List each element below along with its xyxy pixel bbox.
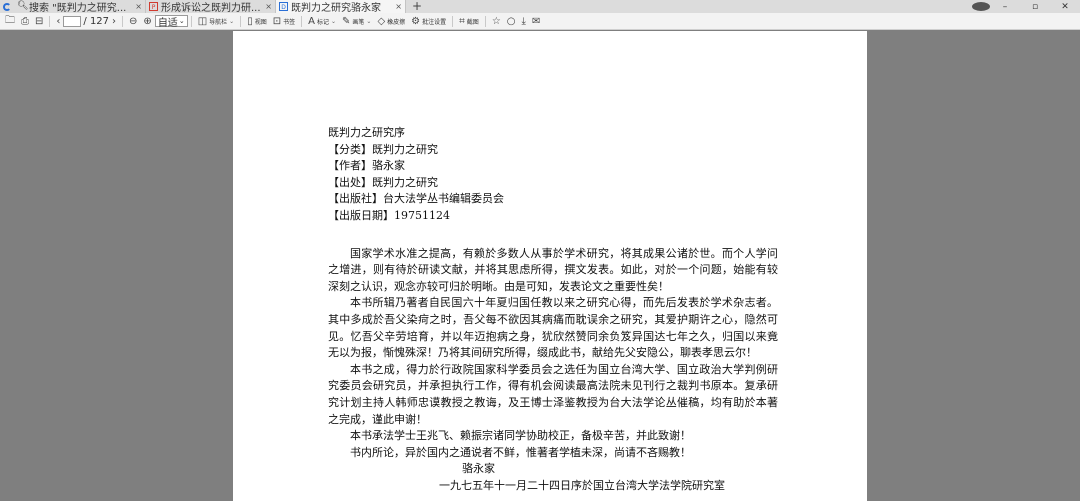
download-button[interactable]: ⤓ xyxy=(519,14,529,29)
meta-publish-date: 【出版日期】19751124 xyxy=(328,208,450,222)
next-page-button[interactable]: › xyxy=(109,14,119,29)
paragraph: 国家学术水准之提高，有赖於多数人从事於学术研究，将其成果公诸於世。而个人学问之增… xyxy=(328,246,778,293)
tab-search[interactable]: 🔍︎ 搜索 "既判力之研究... × xyxy=(14,0,146,13)
zoom-in-icon: ⊕ xyxy=(143,15,152,27)
paragraph: 本书所辑乃著者自民国六十年夏归国任教以来之研究心得，而先后发表於学术杂志者。其中… xyxy=(328,296,778,360)
view-button[interactable]: ▯ 视图 xyxy=(244,14,270,29)
preface-date: 一九七五年十一月二十四日序於国立台湾大学法学院研究室 xyxy=(439,478,725,492)
settings-label: 批注设置 xyxy=(422,18,447,26)
page-total: / 127 xyxy=(83,15,110,27)
folder-icon: 🗀 xyxy=(5,14,15,26)
chevron-down-icon: ⌄ xyxy=(330,17,337,25)
new-tab-button[interactable]: + xyxy=(406,0,428,13)
paragraph: 书内所论，异於国内之通说者不鲜，惟著者学植未深，尚请不吝赐教！ xyxy=(350,445,691,459)
zoom-out-button[interactable]: ⊖ xyxy=(126,14,140,29)
zoom-select[interactable]: 自适 ⌄ xyxy=(154,15,188,29)
printer-icon: ⊟ xyxy=(35,15,44,27)
find-button[interactable]: ○ xyxy=(504,14,519,29)
save-icon: ⎙ xyxy=(21,15,29,27)
prev-page-button[interactable]: ‹ xyxy=(53,14,63,29)
bookmark-label: 书签 xyxy=(283,18,296,26)
document-viewer[interactable]: 既判力之研究序 【分类】既判力之研究 【作者】骆永家 【出处】既判力之研究 【出… xyxy=(0,31,1080,501)
minimize-button[interactable]: – xyxy=(990,2,1020,12)
eraser-icon: ◇ xyxy=(377,15,386,27)
document-title: 既判力之研究序 xyxy=(328,126,405,139)
annotation-settings-button[interactable]: ⚙ 批注设置 xyxy=(408,14,449,29)
annotate-button[interactable]: A 标记 ⌄ xyxy=(305,14,339,29)
chevron-down-icon: ⌄ xyxy=(229,17,235,25)
print-button[interactable]: ⊟ xyxy=(32,14,46,29)
paragraph: 本书之成，得力於行政院国家科学委员会之选任为国立台湾大学、国立政治大学判例研究委… xyxy=(328,362,778,426)
search-icon: ○ xyxy=(506,15,516,27)
divider xyxy=(240,15,242,27)
tab-active-document[interactable]: D 既判力之研究骆永家 × xyxy=(276,0,406,13)
meta-publisher: 【出版社】台大法学丛书编辑委员会 xyxy=(328,192,504,206)
bookmark-icon: ⊡ xyxy=(272,15,282,27)
nav-panel-button[interactable]: ◫ 导航栏 ⌄ xyxy=(195,14,238,29)
signature: 骆永家 xyxy=(462,462,495,476)
mail-icon: ✉ xyxy=(531,15,541,27)
chevron-down-icon: ⌄ xyxy=(366,17,372,25)
bookmark-button[interactable]: ⊡ 书签 xyxy=(270,14,298,29)
toolbar: 🗀 ⎙ ⊟ ‹ / 127 › ⊖ ⊕ 自适 ⌄ ◫ 导航栏 ⌄ ▯ 视图 ⊡ 书签 A标… xyxy=(0,13,1080,30)
view-label: 视图 xyxy=(254,18,267,26)
restore-button[interactable]: ▫ xyxy=(1020,2,1050,12)
tab-label: 既判力之研究骆永家 xyxy=(291,3,381,13)
window-controls: – ▫ ✕ xyxy=(972,0,1080,13)
favorite-button[interactable]: ☆ xyxy=(489,14,504,29)
close-icon[interactable]: × xyxy=(135,2,142,11)
zoom-out-icon: ⊖ xyxy=(129,15,138,27)
sidebar-icon: ◫ xyxy=(197,15,208,27)
doc-icon: D xyxy=(279,2,288,11)
window-close-button[interactable]: ✕ xyxy=(1050,2,1080,12)
star-icon: ☆ xyxy=(491,15,501,27)
divider xyxy=(49,15,51,27)
meta-category: 【分类】既判力之研究 xyxy=(328,142,438,156)
tab-label: 搜索 "既判力之研究... xyxy=(29,3,127,13)
tab-label: 形成诉讼之既判力研... xyxy=(161,3,261,13)
pdf-icon: P xyxy=(149,2,158,11)
save-button[interactable]: ⎙ xyxy=(18,14,32,29)
screenshot-label: 截图 xyxy=(466,18,479,26)
draw-label: 画笔 xyxy=(352,18,365,26)
email-button[interactable]: ✉ xyxy=(529,14,543,29)
nav-panel-label: 导航栏 xyxy=(209,18,228,26)
divider xyxy=(452,15,454,27)
page-number-input[interactable] xyxy=(63,15,82,27)
app-logo-icon xyxy=(0,0,14,13)
crop-icon: ⌗ xyxy=(459,15,465,27)
annotate-label: 标记 xyxy=(316,18,329,26)
chevron-down-icon: ⌄ xyxy=(178,17,185,25)
close-icon[interactable]: × xyxy=(395,2,402,11)
tab-bar: 🔍︎ 搜索 "既判力之研究... × P 形成诉讼之既判力研... × D 既判… xyxy=(0,0,1080,13)
account-icon[interactable] xyxy=(972,2,990,11)
eraser-button[interactable]: ◇ 橡皮擦 xyxy=(374,14,408,29)
highlight-icon: A xyxy=(308,15,315,27)
meta-author: 【作者】骆永家 xyxy=(328,159,405,173)
open-file-button[interactable]: 🗀 xyxy=(2,14,18,29)
tab-pdf-document[interactable]: P 形成诉讼之既判力研... × xyxy=(146,0,276,13)
download-icon: ⤓ xyxy=(521,15,526,27)
close-icon[interactable]: × xyxy=(265,2,272,11)
divider xyxy=(301,15,303,27)
page-content: 既判力之研究序 【分类】既判力之研究 【作者】骆永家 【出处】既判力之研究 【出… xyxy=(328,125,778,494)
pen-icon: ✎ xyxy=(342,15,351,27)
eraser-label: 橡皮擦 xyxy=(387,18,406,26)
screenshot-button[interactable]: ⌗ 截图 xyxy=(456,14,482,29)
paragraph: 本书承法学士王兆飞、赖振宗诸同学协助校正，备极辛苦，并此致谢！ xyxy=(350,429,691,443)
page-icon: ▯ xyxy=(247,15,253,27)
draw-button[interactable]: ✎ 画笔 ⌄ xyxy=(339,14,374,29)
divider xyxy=(122,15,124,27)
gear-icon: ⚙ xyxy=(411,15,421,27)
divider xyxy=(484,15,486,27)
chevron-right-icon: › xyxy=(112,15,117,27)
zoom-in-button[interactable]: ⊕ xyxy=(140,14,154,29)
document-page: 既判力之研究序 【分类】既判力之研究 【作者】骆永家 【出处】既判力之研究 【出… xyxy=(233,31,867,501)
search-icon: 🔍︎ xyxy=(17,1,29,11)
meta-source: 【出处】既判力之研究 xyxy=(328,175,438,189)
divider xyxy=(190,15,192,27)
chevron-left-icon: ‹ xyxy=(56,15,61,27)
zoom-value: 自适 xyxy=(157,17,178,29)
